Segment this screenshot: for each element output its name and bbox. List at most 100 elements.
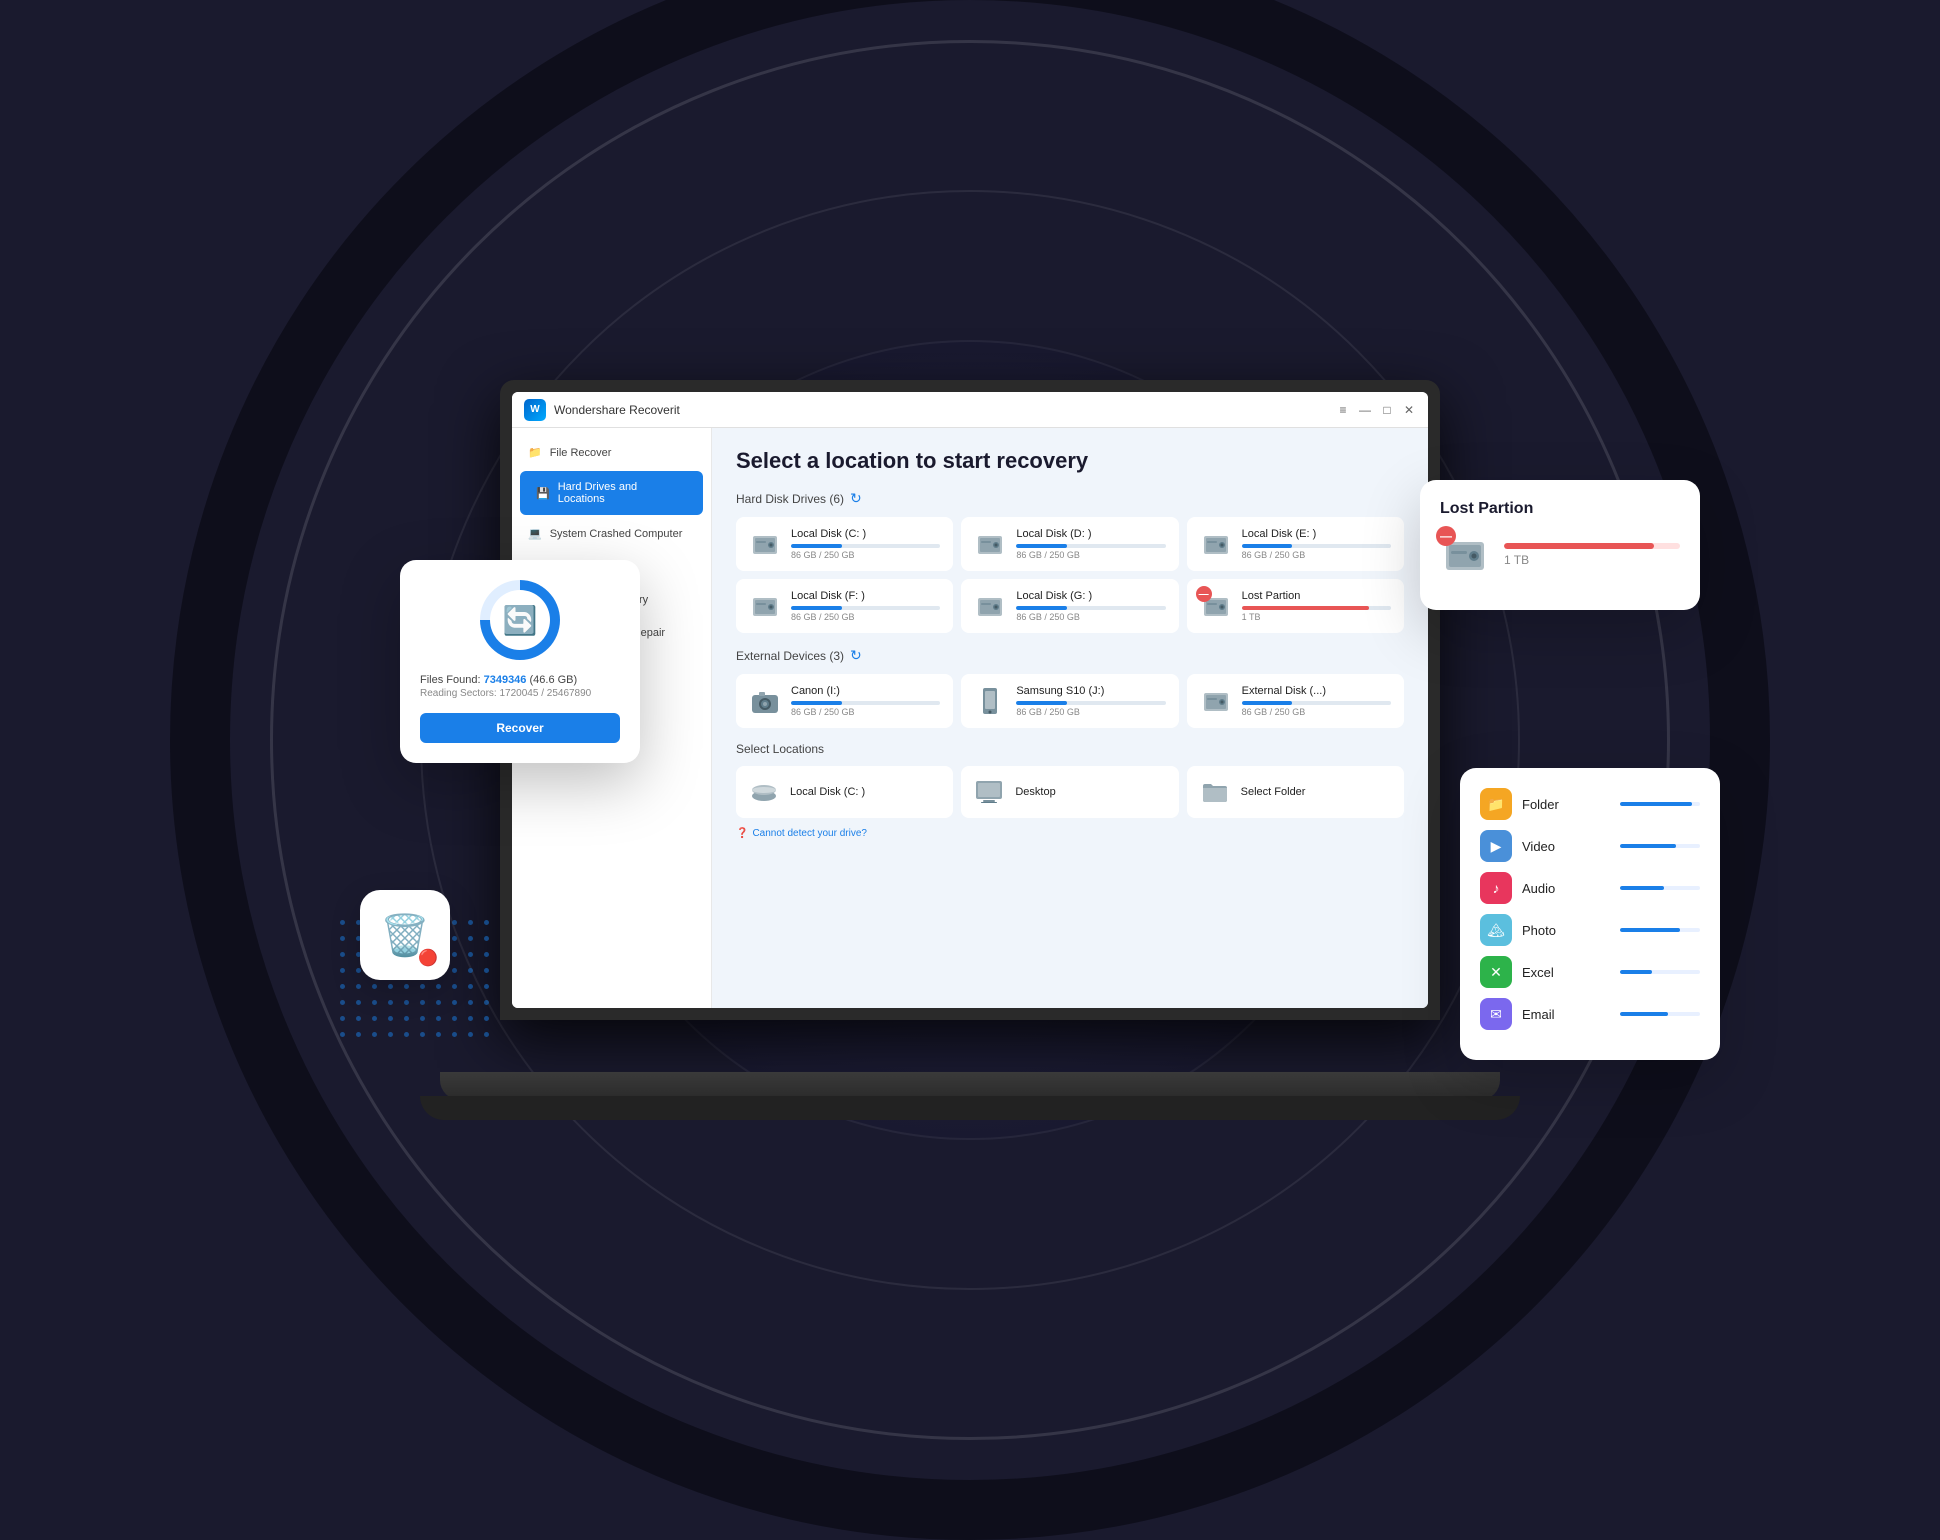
dot [452,984,457,989]
locations-grid: Local Disk (C: ) Desktop [736,766,1404,818]
dot [340,920,345,925]
sidebar-item-hard-drives[interactable]: 💾 Hard Drives and Locations [520,471,703,515]
location-desktop[interactable]: Desktop [961,766,1178,818]
dot [436,1016,441,1021]
device-name-samsung: Samsung S10 (J:) [1016,685,1165,697]
sidebar-label-system-crash: System Crashed Computer [550,528,683,540]
file-type-row-audio: ♪ Audio [1480,872,1700,904]
drive-size-e: 86 GB / 250 GB [1242,550,1391,560]
video-type-label: Video [1522,839,1610,854]
location-local-disk[interactable]: Local Disk (C: ) [736,766,953,818]
dot [468,920,473,925]
device-card-external[interactable]: External Disk (...) 86 GB / 250 GB [1187,674,1404,728]
refresh-hard-disk-icon[interactable]: ↻ [850,490,862,507]
select-locations-section: Select Locations Local Disk (C: ) [736,742,1404,818]
lost-partition-popup: Lost Partion — 1 TB [1420,480,1700,610]
files-count: 7349346 [484,674,527,686]
phone-icon [974,685,1006,717]
video-type-icon: ▶ [1480,830,1512,862]
sidebar-item-system-crash[interactable]: 💻 System Crashed Computer [512,517,711,550]
dot [356,1032,361,1037]
app-title: Wondershare Recoverit [554,403,1336,417]
dot [468,1000,473,1005]
file-type-row-excel: ✕ Excel [1480,956,1700,988]
dot [420,984,425,989]
email-type-label: Email [1522,1007,1610,1022]
dot [404,1032,409,1037]
dot [484,952,489,957]
dot [484,968,489,973]
hdd-icon-g [974,590,1006,622]
cannot-detect-link[interactable]: ❓ Cannot detect your drive? [736,828,1404,839]
dot [340,936,345,941]
dot [436,1032,441,1037]
drive-card-d[interactable]: Local Disk (D: ) 86 GB / 250 GB [961,517,1178,571]
cannot-detect-text: Cannot detect your drive? [752,828,867,839]
dot [372,984,377,989]
dot [340,952,345,957]
dot [340,1032,345,1037]
recycle-badge-icon: 🔴 [418,948,438,968]
folder-type-icon: 📁 [1480,788,1512,820]
refresh-external-icon[interactable]: ↻ [850,647,862,664]
sidebar-item-file-recover[interactable]: 📁 File Recover [512,436,711,469]
location-name-select-folder: Select Folder [1241,786,1306,798]
lost-badge-icon: — [1436,526,1456,546]
drive-name-d: Local Disk (D: ) [1016,528,1165,540]
dot [468,936,473,941]
dot [388,984,393,989]
drive-name-c: Local Disk (C: ) [791,528,940,540]
dot [404,1016,409,1021]
sidebar-label-file-recover: File Recover [550,447,612,459]
drive-card-c[interactable]: Local Disk (C: ) 86 GB / 250 GB [736,517,953,571]
dot [452,968,457,973]
maximize-button[interactable]: □ [1380,403,1394,417]
dot [356,1000,361,1005]
recover-button[interactable]: Recover [420,713,620,743]
dot [420,1016,425,1021]
hdd-icon-e [1200,528,1232,560]
device-size-canon: 86 GB / 250 GB [791,707,940,717]
dot [468,952,473,957]
page-title: Select a location to start recovery [736,448,1404,474]
dot [484,1032,489,1037]
file-type-row-folder: 📁 Folder [1480,788,1700,820]
dot [484,1000,489,1005]
folder-location-icon [1199,776,1231,808]
dot [452,936,457,941]
audio-type-icon: ♪ [1480,872,1512,904]
locations-section-header: Select Locations [736,742,1404,756]
menu-icon[interactable]: ≡ [1336,403,1350,417]
location-select-folder[interactable]: Select Folder [1187,766,1404,818]
sync-icon: 🔄 [503,604,538,637]
drive-size-lost: 1 TB [1242,612,1391,622]
dot [372,1000,377,1005]
device-card-samsung[interactable]: Samsung S10 (J:) 86 GB / 250 GB [961,674,1178,728]
dot [356,968,361,973]
device-card-canon[interactable]: Canon (I:) 86 GB / 250 GB [736,674,953,728]
dot [436,1000,441,1005]
folder-type-label: Folder [1522,797,1610,812]
close-button[interactable]: ✕ [1402,403,1416,417]
drive-size-f: 86 GB / 250 GB [791,612,940,622]
drive-name-g: Local Disk (G: ) [1016,590,1165,602]
question-icon: ❓ [736,828,748,839]
drive-card-lost[interactable]: — Lost Partion 1 TB [1187,579,1404,633]
dot [452,1032,457,1037]
hard-disk-drives-grid: Local Disk (C: ) 86 GB / 250 GB [736,517,1404,633]
camera-icon [749,685,781,717]
dot [356,984,361,989]
hard-disk-section-label: Hard Disk Drives (6) [736,492,844,506]
location-name-local-disk: Local Disk (C: ) [790,786,865,798]
hard-drives-icon: 💾 [536,487,550,500]
excel-type-label: Excel [1522,965,1610,980]
external-devices-label: External Devices (3) [736,649,844,663]
minimize-button[interactable]: — [1358,403,1372,417]
drive-card-e[interactable]: Local Disk (E: ) 86 GB / 250 GB [1187,517,1404,571]
drive-card-f[interactable]: Local Disk (F: ) 86 GB / 250 GB [736,579,953,633]
drive-size-g: 86 GB / 250 GB [1016,612,1165,622]
dot [372,1016,377,1021]
system-crash-icon: 💻 [528,527,542,540]
drive-card-g[interactable]: Local Disk (G: ) 86 GB / 250 GB [961,579,1178,633]
dot [468,968,473,973]
